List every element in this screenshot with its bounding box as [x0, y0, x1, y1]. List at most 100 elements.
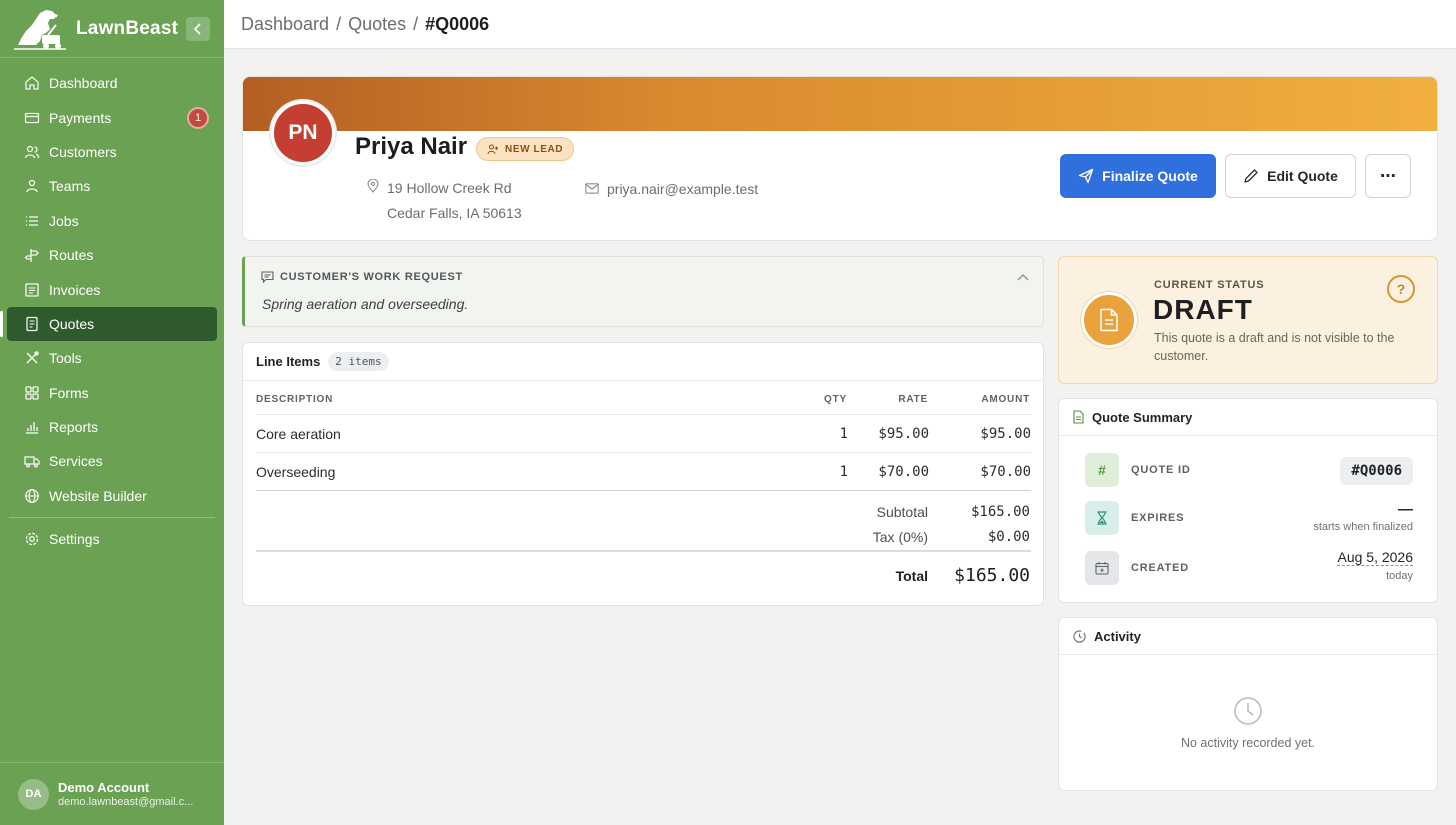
status-value: DRAFT [1153, 294, 1253, 325]
pencil-icon [1244, 169, 1258, 183]
more-horizontal-icon: ⋯ [1380, 168, 1396, 185]
status-description: This quote is a draft and is not visible… [1154, 331, 1395, 363]
finalize-quote-button[interactable]: Finalize Quote [1060, 154, 1216, 198]
more-actions-button[interactable]: ⋯ [1365, 154, 1411, 198]
line-items-card: Line Items 2 items DESCRIPTION QTY RATE … [242, 342, 1044, 606]
chevron-up-icon[interactable] [1017, 273, 1029, 281]
sidebar-item-reports[interactable]: Reports [7, 410, 217, 444]
breadcrumb-current: #Q0006 [425, 13, 490, 34]
sidebar-item-jobs[interactable]: Jobs [7, 204, 217, 238]
item-rate: $95.00 [878, 426, 929, 442]
status-label: CURRENT STATUS [1154, 279, 1265, 291]
sidebar-item-label: Jobs [49, 212, 79, 229]
collapse-sidebar-button[interactable] [186, 17, 210, 41]
payments-count-badge: 1 [187, 106, 209, 129]
new-lead-badge: NEW LEAD [476, 137, 575, 161]
hash-icon: # [1085, 453, 1119, 487]
edit-quote-label: Edit Quote [1267, 168, 1338, 184]
brand: LawnBeast [0, 0, 224, 58]
sidebar-item-settings[interactable]: Settings [7, 522, 217, 556]
sidebar-item-routes[interactable]: Routes [7, 238, 217, 272]
customer-avatar: PN [271, 101, 335, 165]
account-menu[interactable]: DA Demo Account demo.lawnbeast@gmail.c..… [0, 762, 224, 825]
item-rate: $70.00 [878, 464, 929, 480]
home-icon [23, 74, 41, 92]
sidebar-item-dashboard[interactable]: Dashboard [7, 66, 217, 100]
edit-quote-button[interactable]: Edit Quote [1225, 154, 1356, 198]
sidebar-item-label: Teams [49, 178, 91, 195]
truck-icon [23, 452, 41, 470]
sidebar-item-label: Website Builder [49, 487, 147, 504]
activity-empty-text: No activity recorded yet. [1180, 736, 1316, 750]
quote-id-row: # QUOTE ID #Q0006 [1085, 453, 1413, 487]
quote-id-label: QUOTE ID [1131, 464, 1191, 476]
email-text: priya.nair@example.test [607, 180, 759, 197]
customer-profile-card: PN Priya Nair NEW LEAD 19 Hollow Creek R… [242, 76, 1438, 241]
hourglass-icon [1085, 501, 1119, 535]
sidebar-item-label: Customers [49, 143, 117, 160]
invoice-icon [23, 281, 41, 299]
expires-value: — [1398, 501, 1413, 518]
table-row: Core aeration 1 $95.00 $95.00 [256, 414, 1031, 452]
status-icon-circle [1081, 292, 1137, 348]
activity-title: Activity [1094, 628, 1141, 644]
dinosaur-mower-logo-icon [14, 9, 66, 50]
created-row: CREATED Aug 5, 2026 today [1085, 549, 1413, 585]
tools-icon [23, 349, 41, 367]
map-pin-icon [367, 176, 385, 201]
message-icon [261, 271, 274, 283]
sidebar: LawnBeast Dashboard Payments 1 Customers… [0, 0, 224, 825]
activity-empty-state: No activity recorded yet. [1059, 696, 1437, 750]
line-items-count: 2 items [328, 352, 389, 371]
item-description: Overseeding [256, 464, 336, 480]
badge-label: NEW LEAD [505, 143, 564, 155]
customer-email[interactable]: priya.nair@example.test [585, 176, 758, 201]
sidebar-item-label: Settings [49, 531, 100, 548]
sidebar-item-label: Invoices [49, 281, 101, 298]
quote-summary-title: Quote Summary [1092, 409, 1193, 425]
item-qty: 1 [839, 464, 848, 480]
help-icon[interactable]: ? [1387, 275, 1415, 303]
current-status-card: CURRENT STATUS DRAFT This quote is a dra… [1058, 256, 1438, 384]
quote-icon [23, 315, 41, 333]
credit-card-icon [23, 109, 41, 127]
total-label: Total [895, 568, 928, 584]
total-divider [256, 550, 1031, 552]
chevron-left-icon [193, 23, 201, 35]
sidebar-item-services[interactable]: Services [7, 444, 217, 478]
sidebar-item-invoices[interactable]: Invoices [7, 272, 217, 306]
customer-name: Priya Nair [355, 133, 468, 160]
created-note: today [1386, 570, 1413, 582]
sidebar-item-tools[interactable]: Tools [7, 341, 217, 375]
list-icon [23, 212, 41, 230]
customer-address: 19 Hollow Creek Rd Cedar Falls, IA 50613 [367, 176, 522, 226]
sidebar-item-website-builder[interactable]: Website Builder [7, 479, 217, 513]
team-icon [23, 177, 41, 195]
item-amount: $95.00 [980, 426, 1031, 442]
avatar: DA [18, 778, 49, 810]
sidebar-item-label: Quotes [49, 315, 95, 332]
sidebar-item-quotes[interactable]: Quotes [0, 306, 217, 342]
sidebar-item-payments[interactable]: Payments 1 [7, 100, 217, 134]
sidebar-item-label: Forms [49, 384, 89, 401]
work-request-panel: CUSTOMER'S WORK REQUEST Spring aeration … [242, 256, 1044, 327]
created-label: CREATED [1131, 562, 1189, 574]
sidebar-item-label: Tools [49, 350, 82, 367]
column-header-qty: QTY [824, 394, 847, 405]
column-header-description: DESCRIPTION [256, 394, 334, 405]
gear-icon [23, 530, 41, 548]
globe-icon [23, 487, 41, 505]
breadcrumb-quotes-link[interactable]: Quotes [348, 14, 406, 35]
clock-icon [1234, 697, 1262, 725]
column-header-rate: RATE [898, 394, 928, 405]
created-value: Aug 5, 2026 [1337, 549, 1413, 566]
document-icon [1100, 308, 1118, 332]
sidebar-item-forms[interactable]: Forms [7, 376, 217, 410]
sidebar-item-customers[interactable]: Customers [7, 135, 217, 169]
item-qty: 1 [839, 426, 848, 442]
sidebar-item-teams[interactable]: Teams [7, 169, 217, 203]
app-name: LawnBeast [76, 17, 179, 39]
line-items-title: Line Items [256, 354, 321, 369]
account-email: demo.lawnbeast@gmail.c... [58, 796, 194, 808]
breadcrumb-dashboard-link[interactable]: Dashboard [241, 14, 329, 35]
